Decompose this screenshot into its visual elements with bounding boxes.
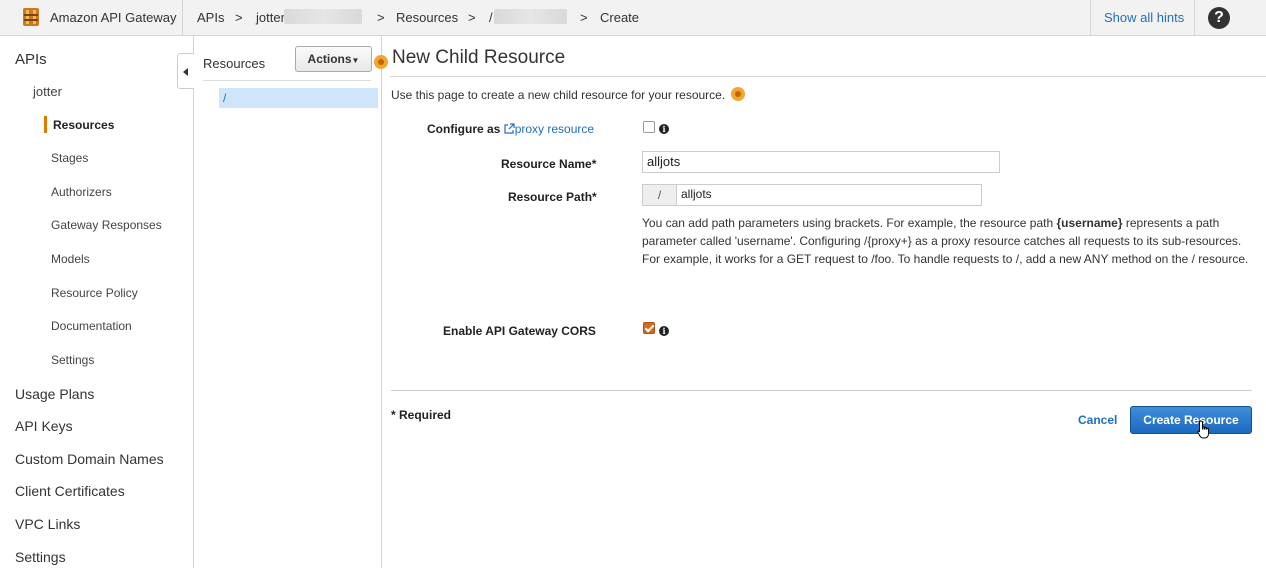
- resource-path-prefix: /: [642, 184, 677, 206]
- info-icon[interactable]: i: [659, 326, 669, 336]
- configure-as-text: Configure as: [427, 122, 501, 136]
- nav-item-authorizers[interactable]: Authorizers: [51, 185, 112, 199]
- nav-settings[interactable]: Settings: [15, 549, 66, 565]
- divider: [390, 76, 1266, 77]
- page-title: New Child Resource: [392, 47, 566, 68]
- divider: [391, 390, 1252, 391]
- breadcrumb-separator: >: [235, 10, 243, 25]
- caret-left-icon: [183, 68, 188, 76]
- breadcrumb-apis[interactable]: APIs: [197, 10, 224, 25]
- breadcrumb-separator: >: [377, 10, 385, 25]
- resource-path-label: Resource Path*: [508, 190, 597, 204]
- divider: [182, 0, 183, 36]
- top-bar: Amazon API Gateway APIs > jotter > Resou…: [0, 0, 1266, 36]
- collapse-sidebar-button[interactable]: [177, 53, 194, 89]
- breadcrumb-api-name[interactable]: jotter: [256, 10, 285, 25]
- divider: [203, 80, 371, 81]
- resources-panel: [194, 36, 382, 568]
- breadcrumb-create: Create: [600, 10, 640, 25]
- actions-dropdown-button[interactable]: Actions▼: [295, 46, 372, 72]
- active-indicator: [44, 116, 47, 133]
- nav-item-resources[interactable]: Resources: [53, 118, 114, 132]
- nav-vpc-links[interactable]: VPC Links: [15, 516, 80, 532]
- nav-item-documentation[interactable]: Documentation: [51, 319, 132, 333]
- nav-apis[interactable]: APIs: [15, 51, 47, 68]
- configure-as-label: Configure as proxy resource: [427, 122, 594, 136]
- nav-api-jotter[interactable]: jotter: [33, 84, 62, 99]
- help-text-example: {username}: [1056, 216, 1123, 230]
- nav-item-settings[interactable]: Settings: [51, 353, 94, 367]
- breadcrumb-resources[interactable]: Resources: [396, 10, 458, 25]
- cancel-button[interactable]: Cancel: [1078, 413, 1117, 427]
- cors-label: Enable API Gateway CORS: [443, 324, 596, 338]
- required-note: * Required: [391, 408, 452, 422]
- nav-usage-plans[interactable]: Usage Plans: [15, 386, 94, 402]
- hint-icon[interactable]: [374, 55, 388, 69]
- hint-icon[interactable]: [731, 87, 745, 101]
- divider: [1194, 0, 1195, 36]
- proxy-resource-checkbox[interactable]: [643, 121, 655, 133]
- resource-path-help-text: You can add path parameters using bracke…: [642, 214, 1254, 268]
- divider: [1090, 0, 1091, 36]
- create-resource-button[interactable]: Create Resource: [1130, 406, 1252, 434]
- breadcrumb-separator: >: [580, 10, 588, 25]
- app-title[interactable]: Amazon API Gateway: [50, 10, 176, 25]
- help-icon[interactable]: ?: [1208, 7, 1230, 29]
- actions-label: Actions: [307, 52, 352, 66]
- nav-api-keys[interactable]: API Keys: [15, 418, 73, 434]
- resource-name-label: Resource Name*: [501, 157, 597, 171]
- resource-name-input[interactable]: alljots: [642, 151, 1000, 173]
- show-all-hints-link[interactable]: Show all hints: [1104, 10, 1184, 25]
- external-link-icon: [504, 123, 515, 134]
- enable-cors-checkbox[interactable]: [643, 322, 655, 334]
- resources-panel-title: Resources: [203, 56, 266, 71]
- proxy-resource-link[interactable]: proxy resource: [515, 122, 594, 136]
- nav-client-certificates[interactable]: Client Certificates: [15, 483, 125, 499]
- resource-path-input[interactable]: alljots: [676, 184, 982, 206]
- api-gateway-logo-icon[interactable]: [20, 6, 42, 28]
- nav-item-gateway-responses[interactable]: Gateway Responses: [51, 218, 162, 232]
- intro-text: Use this page to create a new child reso…: [391, 88, 726, 102]
- nav-item-stages[interactable]: Stages: [51, 151, 88, 165]
- nav-item-models[interactable]: Models: [51, 252, 90, 266]
- hand-cursor-icon: [1197, 420, 1209, 439]
- info-icon[interactable]: i: [659, 124, 669, 134]
- resource-tree-item-root[interactable]: /: [219, 88, 378, 108]
- help-text-part: You can add path parameters using bracke…: [642, 216, 1057, 230]
- nav-item-resource-policy[interactable]: Resource Policy: [51, 286, 138, 300]
- redacted-api-id: [284, 9, 362, 24]
- caret-down-icon: ▼: [351, 56, 360, 65]
- redacted-resource-id: [494, 9, 567, 24]
- nav-custom-domain-names[interactable]: Custom Domain Names: [15, 451, 164, 467]
- breadcrumb-separator: >: [468, 10, 476, 25]
- breadcrumb-root[interactable]: /: [489, 10, 493, 25]
